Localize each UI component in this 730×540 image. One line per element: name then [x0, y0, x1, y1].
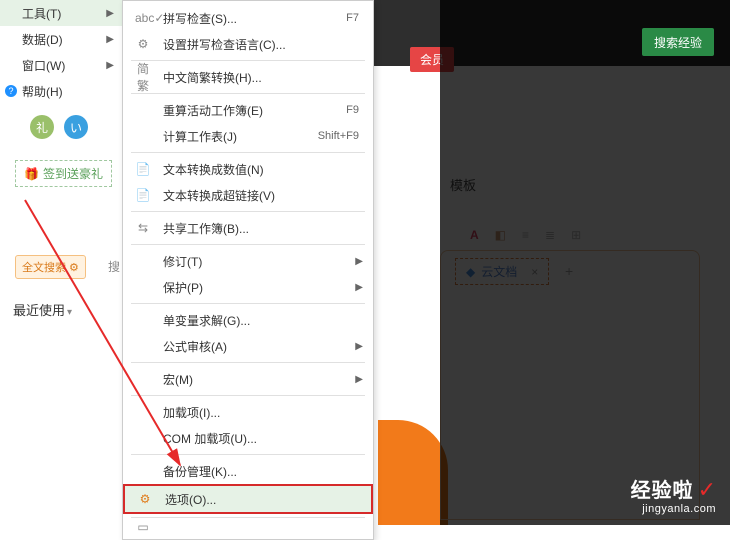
chevron-down-icon: ▾ [67, 307, 72, 318]
translate-icon: 简繁 [135, 60, 151, 94]
doc-icon: ▭ [135, 521, 151, 533]
submenu-setlang[interactable]: ⚙ 设置拼写检查语言(C)... [123, 31, 373, 57]
submenu-text2link[interactable]: 📄 文本转换成超链接(V) [123, 182, 373, 208]
gift-icon[interactable]: 礼 [30, 115, 54, 139]
dark-overlay [440, 0, 730, 525]
menu-data-label: 数据(D) [22, 31, 63, 48]
pill-label: 全文搜索 [22, 259, 66, 275]
search-button[interactable]: 搜索经验 [642, 28, 714, 56]
menu-help[interactable]: ? 帮助(H) [0, 78, 122, 104]
check-icon: ✓ [698, 477, 716, 502]
recent-label[interactable]: 最近使用▾ [13, 300, 72, 319]
document-icon: 📄 [135, 162, 151, 176]
help-icon: ? [5, 85, 17, 97]
menu-tools[interactable]: 工具(T) ▶ [0, 0, 122, 26]
menu-help-label: 帮助(H) [22, 83, 63, 100]
separator [131, 395, 365, 396]
chevron-right-icon: ▶ [355, 282, 363, 293]
signin-label: 签到送豪礼 [43, 165, 103, 182]
separator [131, 362, 365, 363]
tools-submenu: abc✓ 拼写检查(S)... F7 ⚙ 设置拼写检查语言(C)... 简繁 中… [122, 0, 374, 540]
separator [131, 517, 365, 518]
menu-tools-label: 工具(T) [22, 5, 61, 22]
submenu-recalc[interactable]: 重算活动工作簿(E) F9 [123, 97, 373, 123]
submenu-addins[interactable]: 加载项(I)... [123, 399, 373, 425]
orange-shape [378, 420, 448, 525]
menu-window[interactable]: 窗口(W) ▶ [0, 52, 122, 78]
submenu-options[interactable]: ⚙ 选项(O)... [123, 484, 373, 514]
submenu-text2num[interactable]: 📄 文本转换成数值(N) [123, 156, 373, 182]
watermark: 经验啦✓ jingyanla.com [631, 474, 716, 515]
main-menu: 工具(T) ▶ 数据(D) ▶ 窗口(W) ▶ ? 帮助(H) [0, 0, 122, 104]
submenu-protect[interactable]: 保护(P) ▶ [123, 274, 373, 300]
menu-window-label: 窗口(W) [22, 57, 65, 74]
chevron-right-icon: ▶ [106, 34, 114, 45]
separator [131, 244, 365, 245]
separator [131, 211, 365, 212]
separator [131, 152, 365, 153]
submenu-calcsheet[interactable]: 计算工作表(J) Shift+F9 [123, 123, 373, 149]
chevron-right-icon: ▶ [106, 60, 114, 71]
submenu-backup[interactable]: 备份管理(K)... [123, 458, 373, 484]
submenu-spellcheck[interactable]: abc✓ 拼写检查(S)... F7 [123, 5, 373, 31]
submenu-formula[interactable]: 公式审核(A) ▶ [123, 333, 373, 359]
signin-bubble[interactable]: 🎁 签到送豪礼 [15, 160, 112, 187]
document-icon: 📄 [135, 188, 151, 202]
submenu-chs[interactable]: 简繁 中文简繁转换(H)... [123, 64, 373, 90]
gift-icon: 🎁 [24, 167, 39, 181]
search-hint: 搜 [108, 258, 120, 275]
circle-icons: 礼 い [30, 115, 88, 139]
menu-data[interactable]: 数据(D) ▶ [0, 26, 122, 52]
fulltext-search-pill[interactable]: 全文搜索 ⚙ [15, 255, 86, 279]
chevron-right-icon: ▶ [355, 374, 363, 385]
gear-icon: ⚙ [135, 37, 151, 51]
submenu-truncated[interactable]: ▭ [123, 521, 373, 533]
submenu-revise[interactable]: 修订(T) ▶ [123, 248, 373, 274]
separator [131, 303, 365, 304]
chevron-right-icon: ▶ [355, 341, 363, 352]
gear-icon: ⚙ [137, 492, 153, 506]
separator [131, 60, 365, 61]
spellcheck-icon: abc✓ [135, 11, 151, 25]
separator [131, 93, 365, 94]
submenu-solver[interactable]: 单变量求解(G)... [123, 307, 373, 333]
chevron-right-icon: ▶ [355, 256, 363, 267]
submenu-comaddins[interactable]: COM 加载项(U)... [123, 425, 373, 451]
news-icon[interactable]: い [64, 115, 88, 139]
gear-icon: ⚙ [69, 261, 79, 274]
share-icon: ⇆ [135, 221, 151, 235]
separator [131, 454, 365, 455]
submenu-share[interactable]: ⇆ 共享工作簿(B)... [123, 215, 373, 241]
chevron-right-icon: ▶ [106, 8, 114, 19]
submenu-macro[interactable]: 宏(M) ▶ [123, 366, 373, 392]
